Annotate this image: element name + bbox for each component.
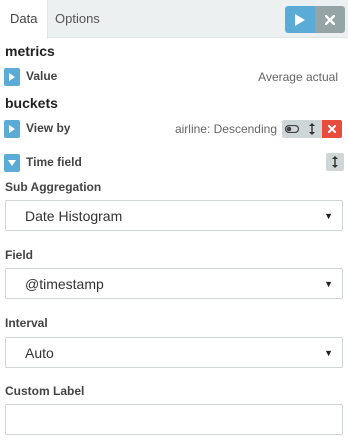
sub-aggregation-select[interactable]: Date Histogram ▼	[5, 200, 343, 231]
custom-label-input[interactable]	[5, 404, 343, 435]
tab-options[interactable]: Options	[45, 0, 110, 38]
tab-data[interactable]: Data	[0, 0, 49, 39]
bucket-item-description: airline: Descending	[174, 122, 277, 136]
toggle-switch-icon	[285, 125, 299, 133]
discard-button[interactable]	[315, 6, 345, 33]
caret-right-icon	[9, 125, 15, 133]
field-label: Field	[5, 248, 34, 262]
reorder-handle[interactable]	[326, 153, 344, 171]
remove-bucket-button[interactable]	[322, 120, 342, 138]
interval-label: Interval	[5, 316, 48, 330]
chevron-down-icon: ▼	[324, 211, 333, 221]
sub-aggregation-label: Sub Aggregation	[5, 180, 102, 194]
custom-label-label: Custom Label	[5, 384, 85, 398]
metric-item-value[interactable]: Value Average actual	[0, 67, 348, 89]
select-value: Date Histogram	[25, 208, 123, 224]
select-value: @timestamp	[25, 276, 104, 292]
metric-item-description: Average actual	[258, 70, 338, 84]
expand-toggle[interactable]	[4, 68, 20, 86]
editor-tab-bar: Data Options	[0, 0, 348, 39]
collapse-toggle[interactable]	[4, 154, 20, 172]
toggle-enable-button[interactable]	[282, 120, 302, 138]
bucket-item-time-field[interactable]: Time field	[0, 153, 348, 175]
play-icon	[295, 13, 305, 26]
bucket-item-label: View by	[26, 121, 71, 135]
metric-item-label: Value	[26, 69, 58, 83]
chevron-down-icon: ▼	[324, 279, 333, 289]
metrics-section-title: metrics	[5, 43, 55, 59]
apply-button[interactable]	[285, 6, 315, 33]
reorder-handle[interactable]	[302, 120, 322, 138]
bucket-item-view-by[interactable]: View by airline: Descending	[0, 119, 348, 141]
bucket-controls	[282, 120, 342, 138]
sort-arrows-icon	[309, 123, 315, 135]
close-icon	[328, 125, 336, 133]
field-select[interactable]: @timestamp ▼	[5, 268, 343, 299]
chevron-down-icon: ▼	[324, 348, 333, 358]
interval-select[interactable]: Auto ▼	[5, 337, 343, 368]
close-icon	[325, 14, 335, 25]
expand-toggle[interactable]	[4, 120, 20, 138]
select-value: Auto	[25, 345, 54, 361]
caret-right-icon	[9, 73, 15, 81]
caret-down-icon	[8, 160, 16, 166]
buckets-section-title: buckets	[5, 95, 58, 111]
bucket-item-label: Time field	[26, 155, 82, 169]
sort-arrows-icon	[332, 156, 338, 168]
